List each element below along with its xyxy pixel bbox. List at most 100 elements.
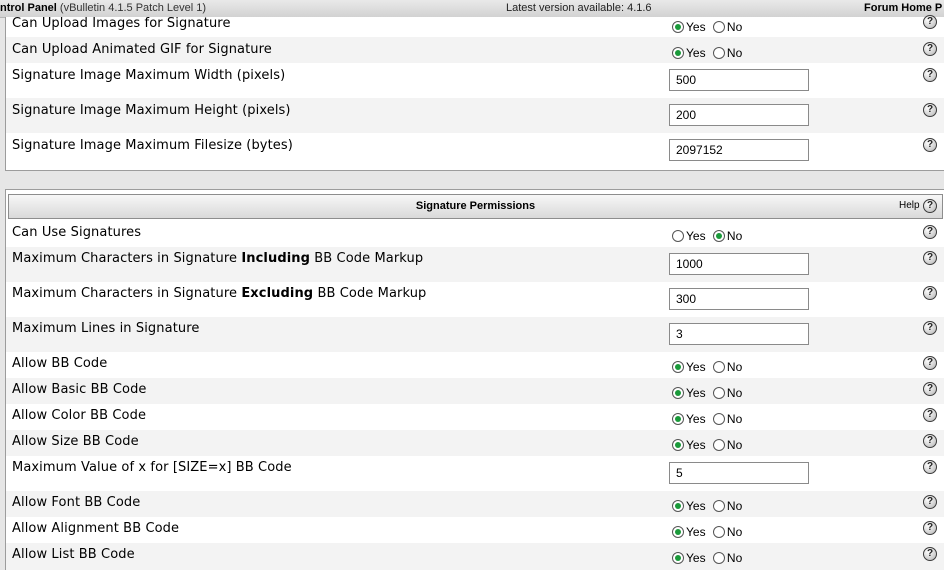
radio-no-label: No <box>726 19 743 34</box>
max-filesize-input[interactable]: 2097152 <box>669 139 809 161</box>
max-height-input[interactable]: 200 <box>669 104 809 126</box>
radio-yes[interactable] <box>672 525 684 538</box>
signature-permissions-panel: Signature Permissions Help ? Can Use Sig… <box>5 189 944 570</box>
setting-row-max-size-value: Maximum Value of x for [SIZE=x] BB Code … <box>6 456 944 491</box>
help-icon[interactable]: ? <box>923 15 937 29</box>
radio-yes-label: Yes <box>686 359 706 374</box>
radio-no[interactable] <box>712 525 725 538</box>
section-header: Signature Permissions Help ? <box>8 194 943 219</box>
help-icon[interactable]: ? <box>923 68 937 82</box>
help-icon[interactable]: ? <box>923 225 937 239</box>
radio-group: Yes No <box>672 45 746 60</box>
radio-yes-label: Yes <box>686 524 706 539</box>
radio-no[interactable] <box>712 499 725 512</box>
setting-row-max-chars-excluding: Maximum Characters in Signature Excludin… <box>6 282 944 317</box>
radio-yes-label: Yes <box>686 498 706 513</box>
help-icon[interactable]: ? <box>923 408 937 422</box>
setting-label: Allow BB Code <box>12 356 108 371</box>
setting-label: Maximum Lines in Signature <box>12 321 200 336</box>
setting-row-can-use-signatures: Can Use Signatures Yes No ? <box>6 221 944 247</box>
radio-yes-label: Yes <box>686 385 706 400</box>
radio-group: Yes No <box>672 437 746 452</box>
setting-row-can-upload-images: Can Upload Images for Signature Yes No ? <box>6 15 944 37</box>
radio-no[interactable] <box>712 386 725 399</box>
radio-no-label: No <box>726 437 743 452</box>
radio-yes[interactable] <box>672 20 684 33</box>
radio-yes-label: Yes <box>686 411 706 426</box>
help-icon[interactable]: ? <box>923 286 937 300</box>
help-icon[interactable]: ? <box>923 495 937 509</box>
help-link[interactable]: Help <box>899 200 920 211</box>
label-part: BB Code Markup <box>310 251 424 266</box>
setting-row-allow-list-bb-code: Allow List BB Code Yes No ? <box>6 543 944 570</box>
radio-no-label: No <box>726 524 743 539</box>
setting-row-can-upload-animated-gif: Can Upload Animated GIF for Signature Ye… <box>6 37 944 63</box>
setting-row-max-lines: Maximum Lines in Signature 3 ? <box>6 317 944 352</box>
setting-row-allow-font-bb-code: Allow Font BB Code Yes No ? <box>6 491 944 517</box>
setting-row-allow-size-bb-code: Allow Size BB Code Yes No ? <box>6 430 944 456</box>
max-width-input[interactable]: 500 <box>669 69 809 91</box>
radio-no[interactable] <box>712 438 725 451</box>
help-icon[interactable]: ? <box>923 356 937 370</box>
radio-group: Yes No <box>672 359 746 374</box>
setting-label: Allow Basic BB Code <box>12 382 147 397</box>
radio-group: Yes No <box>672 498 746 513</box>
help-icon[interactable]: ? <box>923 103 937 117</box>
help-icon[interactable]: ? <box>923 199 937 213</box>
radio-yes-label: Yes <box>686 228 706 243</box>
section-title: Signature Permissions <box>415 200 536 212</box>
radio-yes[interactable] <box>672 46 684 59</box>
setting-label: Can Use Signatures <box>12 225 142 240</box>
setting-label: Can Upload Animated GIF for Signature <box>12 42 272 57</box>
radio-no[interactable] <box>712 46 725 59</box>
setting-row-max-width: Signature Image Maximum Width (pixels) 5… <box>6 63 944 98</box>
control-panel-title: ntrol Panel (vBulletin 4.1.5 Patch Level… <box>0 2 206 14</box>
help-icon[interactable]: ? <box>923 138 937 152</box>
help-icon[interactable]: ? <box>923 547 937 561</box>
radio-yes[interactable] <box>672 551 684 564</box>
help-icon[interactable]: ? <box>923 42 937 56</box>
radio-yes[interactable] <box>672 229 684 242</box>
radio-yes[interactable] <box>672 386 684 399</box>
latest-version-text: Latest version available: 4.1.6 <box>506 2 652 14</box>
help-icon[interactable]: ? <box>923 321 937 335</box>
help-icon[interactable]: ? <box>923 460 937 474</box>
radio-yes[interactable] <box>672 438 684 451</box>
help-icon[interactable]: ? <box>923 251 937 265</box>
radio-no-label: No <box>726 385 743 400</box>
max-chars-including-input[interactable]: 1000 <box>669 253 809 275</box>
radio-group: Yes No <box>672 411 746 426</box>
help-icon[interactable]: ? <box>923 521 937 535</box>
help-icon[interactable]: ? <box>923 434 937 448</box>
radio-group: Yes No <box>672 228 746 243</box>
radio-no[interactable] <box>712 551 725 564</box>
max-size-value-input[interactable]: 5 <box>669 462 809 484</box>
setting-label: Allow Alignment BB Code <box>12 521 180 536</box>
setting-label: Maximum Value of x for [SIZE=x] BB Code <box>12 460 292 475</box>
radio-no-label: No <box>726 228 743 243</box>
radio-no-label: No <box>726 411 743 426</box>
label-part: Maximum Characters in Signature <box>12 286 242 301</box>
radio-group: Yes No <box>672 19 746 34</box>
radio-yes[interactable] <box>672 412 684 425</box>
max-lines-input[interactable]: 3 <box>669 323 809 345</box>
radio-no[interactable] <box>712 229 725 242</box>
radio-yes-label: Yes <box>686 437 706 452</box>
radio-yes-label: Yes <box>686 19 706 34</box>
forum-home-link[interactable]: Forum Home P <box>864 2 942 14</box>
radio-group: Yes No <box>672 550 746 565</box>
max-chars-excluding-input[interactable]: 300 <box>669 288 809 310</box>
radio-no[interactable] <box>712 412 725 425</box>
radio-yes[interactable] <box>672 360 684 373</box>
radio-no-label: No <box>726 550 743 565</box>
setting-label: Signature Image Maximum Width (pixels) <box>12 68 286 83</box>
radio-no[interactable] <box>712 360 725 373</box>
help-icon[interactable]: ? <box>923 382 937 396</box>
app-title: ntrol Panel <box>0 2 57 14</box>
label-emphasis: Including <box>241 251 311 266</box>
radio-yes[interactable] <box>672 499 684 512</box>
radio-no[interactable] <box>712 20 725 33</box>
label-part: Maximum Characters in Signature <box>12 251 242 266</box>
radio-no-label: No <box>726 498 743 513</box>
label-part: BB Code Markup <box>313 286 427 301</box>
